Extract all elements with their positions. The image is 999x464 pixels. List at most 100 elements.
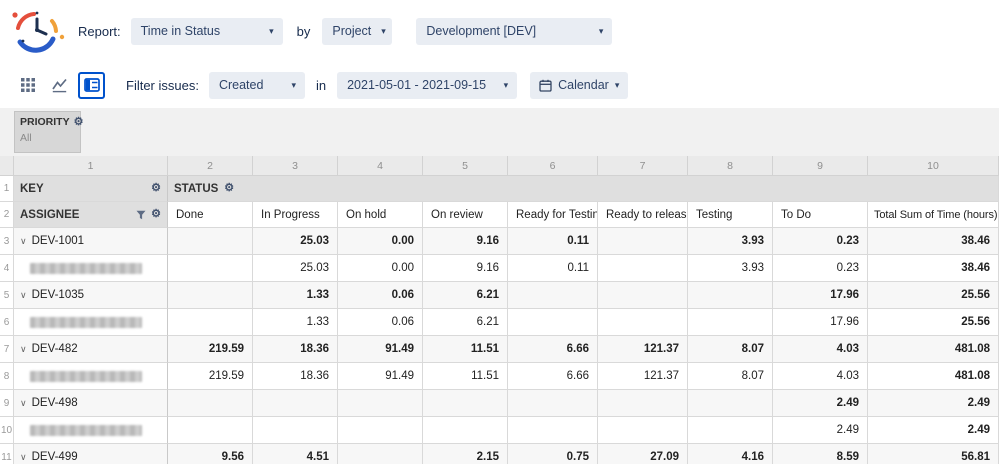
value-cell: 18.36: [253, 363, 338, 390]
expand-icon[interactable]: ∨: [20, 344, 27, 355]
row-number: 4: [0, 255, 14, 282]
total-cell: 25.56: [868, 282, 999, 309]
expand-icon[interactable]: ∨: [20, 452, 27, 463]
value-cell: [688, 417, 773, 444]
row-number: 11: [0, 444, 14, 464]
value-cell: 17.96: [773, 282, 868, 309]
status-column-header: Testing: [688, 202, 773, 228]
scope-dropdown[interactable]: Project ▾: [322, 17, 393, 45]
value-cell: [688, 390, 773, 417]
by-label: by: [296, 23, 311, 39]
calendar-label: Calendar: [558, 78, 609, 92]
value-cell: [168, 282, 253, 309]
project-value: Development [DEV]: [426, 24, 537, 38]
value-cell: 0.23: [773, 255, 868, 282]
gear-icon[interactable]: ⚙: [74, 116, 84, 128]
total-cell: 56.81: [868, 444, 999, 464]
column-number: 6: [508, 156, 598, 176]
status-column-header: In Progress: [253, 202, 338, 228]
grid-view-button[interactable]: [14, 72, 41, 99]
key-header-label: KEY: [20, 182, 44, 195]
date-range-dropdown[interactable]: 2021-05-01 - 2021-09-15 ▾: [337, 71, 518, 99]
gear-icon[interactable]: ⚙: [151, 209, 161, 220]
chevron-down-icon: ▾: [503, 79, 509, 90]
assignee-header-label: ASSIGNEE: [20, 208, 80, 221]
assignee-cell: [14, 363, 168, 390]
value-cell: 9.56: [168, 444, 253, 464]
value-cell: [598, 417, 688, 444]
chevron-down-icon: ▾: [269, 25, 274, 36]
total-cell: 38.46: [868, 228, 999, 255]
issue-key-label: DEV-498: [31, 397, 78, 409]
value-cell: 8.07: [688, 336, 773, 363]
total-cell: 38.46: [868, 255, 999, 282]
key-header-cell: KEY ⚙: [14, 176, 168, 202]
expand-icon[interactable]: ∨: [20, 398, 27, 409]
gear-icon[interactable]: ⚙: [224, 183, 234, 194]
row-number: 9: [0, 390, 14, 417]
pivot-view-button[interactable]: [78, 71, 105, 99]
issue-key-label: DEV-499: [31, 451, 78, 463]
expand-icon[interactable]: ∨: [20, 236, 27, 247]
redacted-assignee-name: [30, 262, 142, 274]
column-number: 2: [168, 156, 253, 176]
scope-value: Project: [332, 24, 372, 38]
filter-field-dropdown[interactable]: Created ▾: [208, 71, 305, 99]
value-cell: [598, 282, 688, 309]
value-cell: [168, 390, 253, 417]
chevron-down-icon: ▾: [614, 79, 620, 90]
report-type-value: Time in Status: [140, 24, 221, 38]
value-cell: [598, 255, 688, 282]
chevron-down-icon: ▾: [381, 25, 386, 36]
value-cell: 27.09: [598, 444, 688, 464]
assignee-cell: [14, 417, 168, 444]
row-number: 3: [0, 228, 14, 255]
value-cell: [168, 309, 253, 336]
expand-icon[interactable]: ∨: [20, 290, 27, 301]
value-cell: [423, 390, 508, 417]
value-cell: 4.16: [688, 444, 773, 464]
column-number: 8: [688, 156, 773, 176]
total-cell: 481.08: [868, 336, 999, 363]
value-cell: 0.11: [508, 255, 598, 282]
value-cell: [598, 228, 688, 255]
row-number: 10: [0, 417, 14, 444]
value-cell: 2.15: [423, 444, 508, 464]
issue-key-label: DEV-482: [31, 343, 78, 355]
chart-view-button[interactable]: [46, 72, 73, 99]
filter-icon[interactable]: [136, 210, 146, 220]
value-cell: 3.93: [688, 228, 773, 255]
report-type-dropdown[interactable]: Time in Status ▾: [130, 17, 283, 45]
value-cell: 219.59: [168, 363, 253, 390]
value-cell: [253, 390, 338, 417]
priority-filter-box[interactable]: PRIORITY ⚙ All: [14, 111, 84, 153]
time-in-status-app: Report: Time in Status ▾ by Project ▾ De…: [0, 0, 999, 464]
value-cell: [508, 390, 598, 417]
assignee-header-cell: ASSIGNEE ⚙: [14, 202, 168, 228]
value-cell: 0.06: [338, 309, 423, 336]
chart-icon: [52, 78, 67, 92]
status-column-header: On hold: [338, 202, 423, 228]
value-cell: [338, 417, 423, 444]
value-cell: 8.07: [688, 363, 773, 390]
corner-cell: [0, 156, 14, 176]
value-cell: 121.37: [598, 363, 688, 390]
value-cell: [168, 228, 253, 255]
value-cell: 11.51: [423, 363, 508, 390]
pivot-table: 1 2 3 4 5 6 7 8 9 10 1 KEY ⚙ STATUS ⚙ 2 ASSIGNEE ⚙ Done In …: [0, 156, 999, 464]
redacted-assignee-name: [30, 424, 142, 436]
status-header-cell: STATUS ⚙: [168, 176, 999, 202]
value-cell: 11.51: [423, 336, 508, 363]
value-cell: 4.03: [773, 363, 868, 390]
column-number: 9: [773, 156, 868, 176]
value-cell: [508, 309, 598, 336]
value-cell: 25.03: [253, 228, 338, 255]
project-dropdown[interactable]: Development [DEV] ▾: [416, 17, 613, 45]
value-cell: 3.93: [688, 255, 773, 282]
row-number: 2: [0, 202, 14, 228]
issue-key-cell: ∨ DEV-1035: [14, 282, 168, 309]
calendar-button[interactable]: Calendar ▾: [530, 71, 629, 99]
value-cell: 6.21: [423, 309, 508, 336]
gear-icon[interactable]: ⚙: [151, 183, 161, 194]
row-number: 5: [0, 282, 14, 309]
